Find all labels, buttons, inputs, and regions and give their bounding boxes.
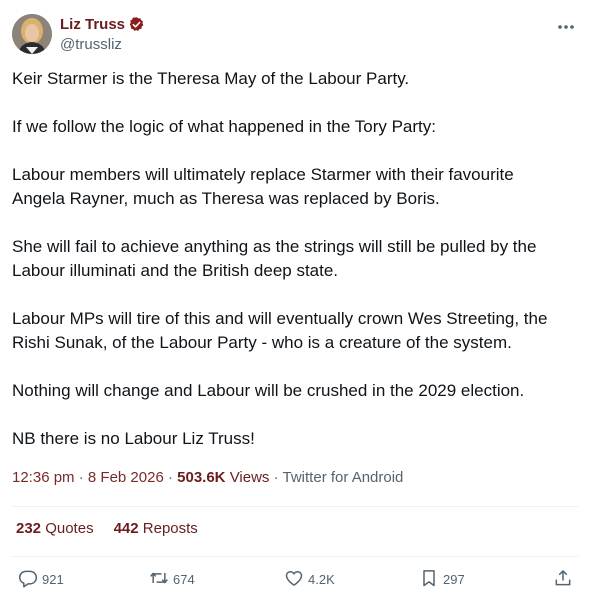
reply-button[interactable]: 921 [18,568,64,591]
quotes-count: 232 [16,520,42,537]
tweet-paragraph: Keir Starmer is the Theresa May of the L… [12,69,410,88]
verified-badge-icon [128,16,145,33]
quotes-stat[interactable]: 232 Quotes [16,520,94,537]
meta-separator: · [273,469,279,486]
reply-count: 921 [42,572,64,587]
avatar[interactable] [12,14,52,54]
tweet-paragraph: NB there is no Labour Liz Truss! [12,429,255,448]
share-icon [553,568,573,591]
bookmark-icon [419,568,439,591]
display-name-row: Liz Truss [60,14,145,34]
avatar-image [12,14,52,54]
tweet-text: Keir Starmer is the Theresa May of the L… [12,67,577,475]
repost-count: 674 [173,572,195,587]
tweet-paragraph: Labour members will ultimately replace S… [12,165,514,208]
views-count: 503.6K [177,469,226,486]
action-bar: 921 674 4.2K 297 [18,568,573,592]
heart-icon [284,568,304,591]
repost-icon [149,568,169,591]
repost-button[interactable]: 674 [149,568,195,591]
divider [12,556,579,557]
more-options-icon[interactable] [555,18,577,36]
reply-icon [18,568,38,591]
share-button[interactable] [553,568,573,591]
tweet-paragraph: If we follow the logic of what happened … [12,117,436,136]
meta-separator: · [78,469,84,486]
views-label: Views [229,469,270,486]
tweet-paragraph: Nothing will change and Labour will be c… [12,381,525,400]
tweet-paragraph: She will fail to achieve anything as the… [12,237,537,280]
engagement-stats: 232 Quotes 442 Reposts [16,520,198,537]
bookmark-count: 297 [443,572,465,587]
tweet-meta: 12:36 pm · 8 Feb 2026 · 503.6K Views · T… [12,469,403,486]
handle[interactable]: @trussliz [60,36,145,53]
tweet-header: Liz Truss @trussliz [12,12,579,56]
like-button[interactable]: 4.2K [284,568,335,591]
timestamp-date[interactable]: 8 Feb 2026 [88,469,164,486]
reposts-count: 442 [113,520,139,537]
timestamp-time[interactable]: 12:36 pm [12,469,75,486]
reposts-stat[interactable]: 442 Reposts [114,520,198,537]
meta-separator: · [167,469,173,486]
tweet-paragraph: Labour MPs will tire of this and will ev… [12,309,548,352]
tweet-card: Liz Truss @trussliz Keir Starmer is the … [0,0,591,602]
bookmark-button[interactable]: 297 [419,568,465,591]
reposts-label: Reposts [142,520,198,537]
like-count: 4.2K [308,572,335,587]
author-names: Liz Truss @trussliz [60,14,145,53]
display-name[interactable]: Liz Truss [60,16,125,33]
quotes-label: Quotes [45,520,94,537]
client-name: Twitter for Android [282,469,404,486]
divider [12,506,579,507]
